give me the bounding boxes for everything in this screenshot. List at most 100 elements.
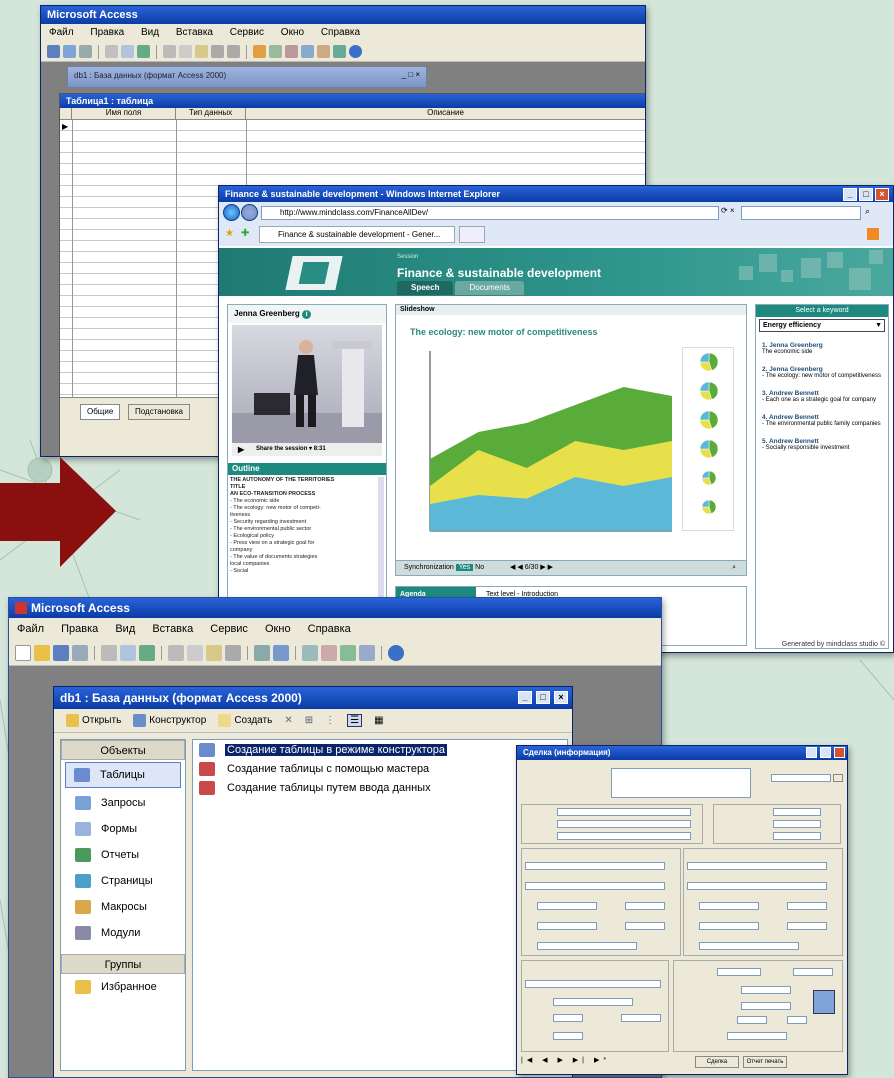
forward-icon[interactable] xyxy=(241,204,258,221)
help-icon[interactable] xyxy=(388,644,404,661)
form-field[interactable] xyxy=(773,832,821,840)
phone-icon[interactable] xyxy=(813,990,835,1014)
menu-help[interactable]: Справка xyxy=(308,623,351,635)
outline-item[interactable]: - Social xyxy=(230,568,378,575)
deal-button[interactable]: Сделка xyxy=(695,1056,739,1068)
spell-icon[interactable] xyxy=(139,644,155,661)
spell-icon[interactable] xyxy=(137,45,150,58)
outline-item[interactable]: - The environmental public sector xyxy=(230,526,378,533)
form-field[interactable] xyxy=(537,902,597,910)
properties-icon[interactable] xyxy=(301,45,314,58)
group-favorites[interactable]: Избранное xyxy=(61,974,185,1000)
search-icon[interactable] xyxy=(79,45,92,58)
maximize-button[interactable]: □ xyxy=(536,691,550,704)
window-controls[interactable]: _ □ × xyxy=(402,70,420,79)
address-bar[interactable]: http://www.mindclass.com/FinanceAllDev/ xyxy=(261,206,719,220)
add-favorite-icon[interactable]: ✚ xyxy=(241,228,249,239)
form-field[interactable] xyxy=(787,922,827,930)
details-view-icon[interactable]: ▦ xyxy=(374,715,383,726)
paste-icon[interactable] xyxy=(195,45,208,58)
speaker-item[interactable]: 3. Andrew Bennett - Each one as a strateg… xyxy=(762,390,882,404)
key-icon[interactable] xyxy=(253,45,266,58)
menu-help[interactable]: Справка xyxy=(321,27,360,38)
object-forms[interactable]: Формы xyxy=(61,816,185,842)
form-field[interactable] xyxy=(787,902,827,910)
form-field[interactable] xyxy=(557,820,691,828)
new-object-icon[interactable] xyxy=(359,644,375,661)
keyword-select[interactable]: Energy efficiency ▼ xyxy=(759,319,885,332)
form-field[interactable] xyxy=(717,968,761,976)
view-icon[interactable] xyxy=(47,45,60,58)
code-icon[interactable] xyxy=(302,644,318,661)
close-button[interactable]: × xyxy=(554,691,568,704)
favorites-icon[interactable]: ★ xyxy=(225,228,234,239)
form-field[interactable] xyxy=(699,942,799,950)
video-player[interactable] xyxy=(232,325,382,443)
menu-insert[interactable]: Вставка xyxy=(176,27,213,38)
form-field[interactable] xyxy=(741,986,791,994)
menu-file[interactable]: Файл xyxy=(49,27,74,38)
form-field[interactable] xyxy=(699,902,759,910)
search-icon[interactable] xyxy=(72,644,88,661)
preview-icon[interactable] xyxy=(120,644,136,661)
form-field[interactable] xyxy=(687,862,827,870)
prev-slide-icon[interactable]: ◀ ◀ xyxy=(510,564,523,571)
object-pages[interactable]: Страницы xyxy=(61,868,185,894)
form-field[interactable] xyxy=(553,1014,583,1022)
form-field[interactable] xyxy=(525,980,661,988)
menu-edit[interactable]: Правка xyxy=(61,623,98,635)
properties-icon[interactable] xyxy=(321,644,337,661)
outline-item[interactable]: THE AUTONOMY OF THE TERRITORIES xyxy=(230,477,378,484)
search-input[interactable] xyxy=(741,206,861,220)
copy-icon[interactable] xyxy=(179,45,192,58)
minimize-button[interactable]: _ xyxy=(518,691,532,704)
form-field[interactable] xyxy=(537,942,637,950)
form-field[interactable] xyxy=(787,1016,807,1024)
open-icon[interactable] xyxy=(34,644,50,661)
list-item[interactable]: Создание таблицы путем ввода данных xyxy=(193,778,567,797)
form-field[interactable] xyxy=(699,922,759,930)
menu-window[interactable]: Окно xyxy=(265,623,291,635)
form-field[interactable] xyxy=(773,808,821,816)
tab-documents[interactable]: Documents xyxy=(455,281,524,295)
open-button[interactable]: Открыть xyxy=(66,714,121,727)
outline-item[interactable]: AN ECO-TRANSITION PROCESS xyxy=(230,491,378,498)
sync-yes[interactable]: Yes xyxy=(455,564,474,571)
search-icon[interactable]: ⌕ xyxy=(865,206,870,217)
preview-icon[interactable] xyxy=(121,45,134,58)
menu-tools[interactable]: Сервис xyxy=(210,623,248,635)
back-icon[interactable] xyxy=(223,204,240,221)
speaker-item[interactable]: 4. Andrew Bennett - The environmental pub… xyxy=(762,414,882,428)
outline-item[interactable]: - The ecology: new motor of competi- xyxy=(230,505,378,512)
outline-list[interactable]: THE AUTONOMY OF THE TERRITORIES TITLE AN… xyxy=(230,477,378,575)
cut-icon[interactable] xyxy=(168,644,184,661)
object-queries[interactable]: Запросы xyxy=(61,790,185,816)
list-item[interactable]: Создание таблицы с помощью мастера xyxy=(193,759,567,778)
tab-lookup[interactable]: Подстановка xyxy=(128,404,190,420)
form-field[interactable] xyxy=(557,808,691,816)
maximize-button[interactable] xyxy=(820,747,831,758)
save-icon[interactable] xyxy=(53,644,69,661)
db-window-icon[interactable] xyxy=(333,45,346,58)
menu-view[interactable]: Вид xyxy=(141,27,159,38)
insert-rows-icon[interactable] xyxy=(269,45,282,58)
outline-item[interactable]: TITLE xyxy=(230,484,378,491)
speaker-item[interactable]: 5. Andrew Bennett - Socially responsible … xyxy=(762,438,882,452)
cut-icon[interactable] xyxy=(163,45,176,58)
objects-header[interactable]: Объекты xyxy=(61,740,185,760)
object-reports[interactable]: Отчеты xyxy=(61,842,185,868)
form-field[interactable] xyxy=(621,1014,661,1022)
object-modules[interactable]: Модули xyxy=(61,920,185,946)
undo-icon[interactable] xyxy=(225,644,241,661)
outline-item[interactable]: company xyxy=(230,547,378,554)
close-button[interactable]: × xyxy=(875,188,889,201)
outline-item[interactable]: - Ecological policy xyxy=(230,533,378,540)
info-icon[interactable]: i xyxy=(302,310,312,319)
form-field[interactable] xyxy=(625,922,665,930)
tab-speech[interactable]: Speech xyxy=(397,281,454,295)
form-field[interactable] xyxy=(557,832,691,840)
outline-item[interactable]: - Press view on a strategic goal for xyxy=(230,540,378,547)
form-field[interactable] xyxy=(611,768,751,798)
form-field[interactable] xyxy=(525,882,665,890)
relationships-icon[interactable] xyxy=(340,644,356,661)
